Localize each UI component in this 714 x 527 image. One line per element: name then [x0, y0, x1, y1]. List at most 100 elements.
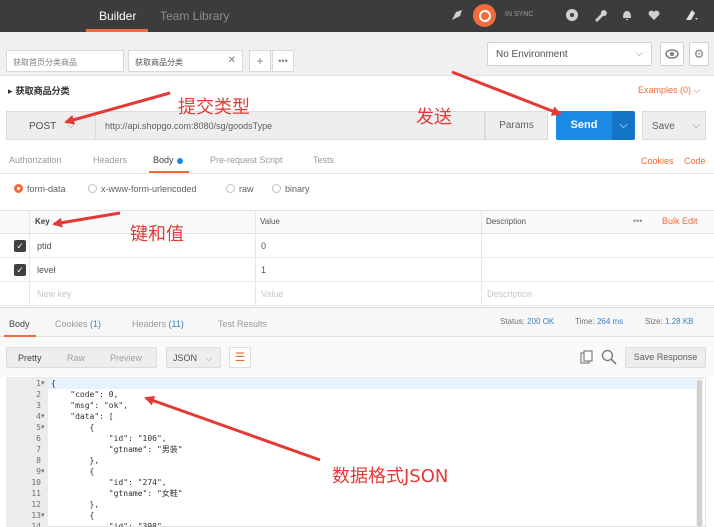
- code-link[interactable]: Code: [684, 156, 706, 166]
- save-button[interactable]: Save ⌵: [642, 111, 706, 140]
- new-key-input[interactable]: New key: [37, 289, 72, 299]
- view-raw-button[interactable]: Raw: [67, 353, 85, 363]
- tab-authorization[interactable]: Authorization: [9, 155, 62, 165]
- format-select[interactable]: JSON ⌵: [166, 347, 221, 368]
- method-select[interactable]: POST ⌵: [6, 111, 96, 140]
- radio-raw[interactable]: raw: [226, 184, 254, 194]
- scrollbar-thumb[interactable]: [697, 380, 702, 527]
- kv-value-cell[interactable]: 1: [261, 265, 266, 275]
- new-value-input[interactable]: Value: [261, 289, 283, 299]
- kv-value-cell[interactable]: 0: [261, 241, 266, 251]
- request-tab-goods-type[interactable]: 获取商品分类 ✕: [128, 50, 243, 72]
- method-value: POST: [29, 121, 57, 132]
- radio-circle: [272, 184, 281, 193]
- user-menu-icon[interactable]: [683, 7, 699, 23]
- environment-select[interactable]: No Environment ⌵: [487, 42, 652, 66]
- response-tab-test-results[interactable]: Test Results: [218, 319, 267, 329]
- code-line: },: [51, 456, 100, 465]
- interceptor-icon[interactable]: [450, 8, 464, 22]
- examples-link[interactable]: Examples (0) ⌵: [638, 85, 700, 96]
- bell-icon[interactable]: [620, 8, 634, 22]
- tab-body[interactable]: Body: [153, 155, 183, 165]
- new-description-input[interactable]: Description: [487, 289, 532, 299]
- fold-toggle-icon[interactable]: ▾: [41, 510, 45, 521]
- search-icon[interactable]: [601, 349, 617, 365]
- wrench-icon[interactable]: [593, 8, 607, 22]
- radio-circle: [88, 184, 97, 193]
- divider: [0, 173, 714, 174]
- size-readout: Size: 1.28 KB: [645, 317, 694, 326]
- tab-label: Headers: [132, 319, 167, 329]
- line-number: 3: [36, 401, 41, 410]
- close-icon[interactable]: ✕: [228, 55, 236, 66]
- eye-icon[interactable]: [660, 42, 684, 66]
- response-tab-body[interactable]: Body: [9, 319, 30, 329]
- save-response-button[interactable]: Save Response: [625, 347, 706, 368]
- view-preview-button[interactable]: Preview: [110, 353, 142, 363]
- add-tab-icon[interactable]: +: [249, 50, 271, 72]
- params-button[interactable]: Params: [485, 111, 548, 140]
- fold-toggle-icon[interactable]: ▾: [41, 411, 45, 422]
- response-tab-headers[interactable]: Headers (11): [132, 319, 184, 329]
- response-tab-cookies[interactable]: Cookies (1): [55, 319, 101, 329]
- radio-x-www-form-urlencoded[interactable]: x-www-form-urlencoded: [88, 184, 197, 194]
- view-pretty-button[interactable]: Pretty: [18, 353, 42, 363]
- tab-count: (1): [90, 319, 102, 329]
- status-readout: Status: 200 OK: [500, 317, 554, 326]
- row-checkbox[interactable]: ✓: [14, 264, 26, 276]
- line-number: 1: [36, 379, 41, 388]
- satellite-icon[interactable]: [565, 8, 579, 22]
- heart-icon[interactable]: [647, 8, 661, 22]
- more-options-icon[interactable]: •••: [633, 216, 642, 226]
- code-line: "gtname": "男装": [51, 445, 183, 454]
- line-number: 12: [31, 500, 41, 509]
- builder-tab[interactable]: Builder: [99, 9, 136, 23]
- cookies-link[interactable]: Cookies: [641, 156, 674, 166]
- chevron-down-icon: ⌵: [692, 120, 700, 131]
- code-line: {: [51, 511, 95, 520]
- radio-label: binary: [285, 184, 310, 194]
- table-row-new: [0, 282, 714, 306]
- environment-value: No Environment: [496, 49, 568, 60]
- chevron-down-icon: ⌵: [635, 48, 643, 59]
- annotation-send: 发送: [416, 107, 452, 128]
- request-name-text: 获取商品分类: [15, 87, 70, 97]
- radio-label: raw: [239, 184, 254, 194]
- radio-circle: [226, 184, 235, 193]
- gear-icon[interactable]: ⚙: [689, 42, 709, 66]
- tab-count: (11): [168, 319, 184, 329]
- code-line: "data": [: [51, 412, 114, 421]
- line-number: 4: [36, 412, 41, 421]
- radio-binary[interactable]: binary: [272, 184, 310, 194]
- sync-icon[interactable]: [473, 4, 496, 27]
- radio-label: x-www-form-urlencoded: [101, 184, 197, 194]
- bulk-edit-link[interactable]: Bulk Edit: [662, 216, 698, 226]
- kv-key-cell[interactable]: ptid: [37, 241, 52, 251]
- kv-header-value: Value: [260, 217, 280, 226]
- more-tabs-icon[interactable]: •••: [272, 50, 294, 72]
- copy-icon[interactable]: [580, 350, 594, 364]
- row-checkbox[interactable]: ✓: [14, 240, 26, 252]
- fold-toggle-icon[interactable]: ▾: [41, 422, 45, 433]
- code-line: "gtname": "女鞋": [51, 489, 183, 498]
- annotation-json-format: 数据格式JSON: [332, 466, 449, 487]
- kv-key-cell[interactable]: level: [37, 265, 56, 275]
- chevron-down-icon: ⌵: [67, 120, 75, 131]
- wrap-lines-icon[interactable]: ☰: [229, 347, 251, 368]
- code-line: "id": "398",: [51, 522, 167, 527]
- tab-pre-request-script[interactable]: Pre-request Script: [210, 155, 283, 165]
- send-button[interactable]: Send: [556, 111, 612, 140]
- chevron-down-icon: ⌵: [205, 353, 213, 363]
- request-tab-home-goods[interactable]: 获取首页分类商品: [6, 50, 124, 72]
- radio-form-data[interactable]: form-data: [14, 184, 66, 194]
- fold-toggle-icon[interactable]: ▾: [41, 378, 45, 389]
- tab-tests[interactable]: Tests: [313, 155, 334, 165]
- fold-toggle-icon[interactable]: ▾: [41, 466, 45, 477]
- examples-label: Examples (0): [638, 85, 692, 95]
- team-library-tab[interactable]: Team Library: [160, 9, 229, 23]
- tab-headers[interactable]: Headers: [93, 155, 127, 165]
- request-name[interactable]: ▸ 获取商品分类: [8, 84, 70, 97]
- code-line: {: [51, 423, 95, 432]
- send-dropdown-icon[interactable]: ⌵: [612, 111, 635, 140]
- kv-header-description: Description: [486, 217, 527, 226]
